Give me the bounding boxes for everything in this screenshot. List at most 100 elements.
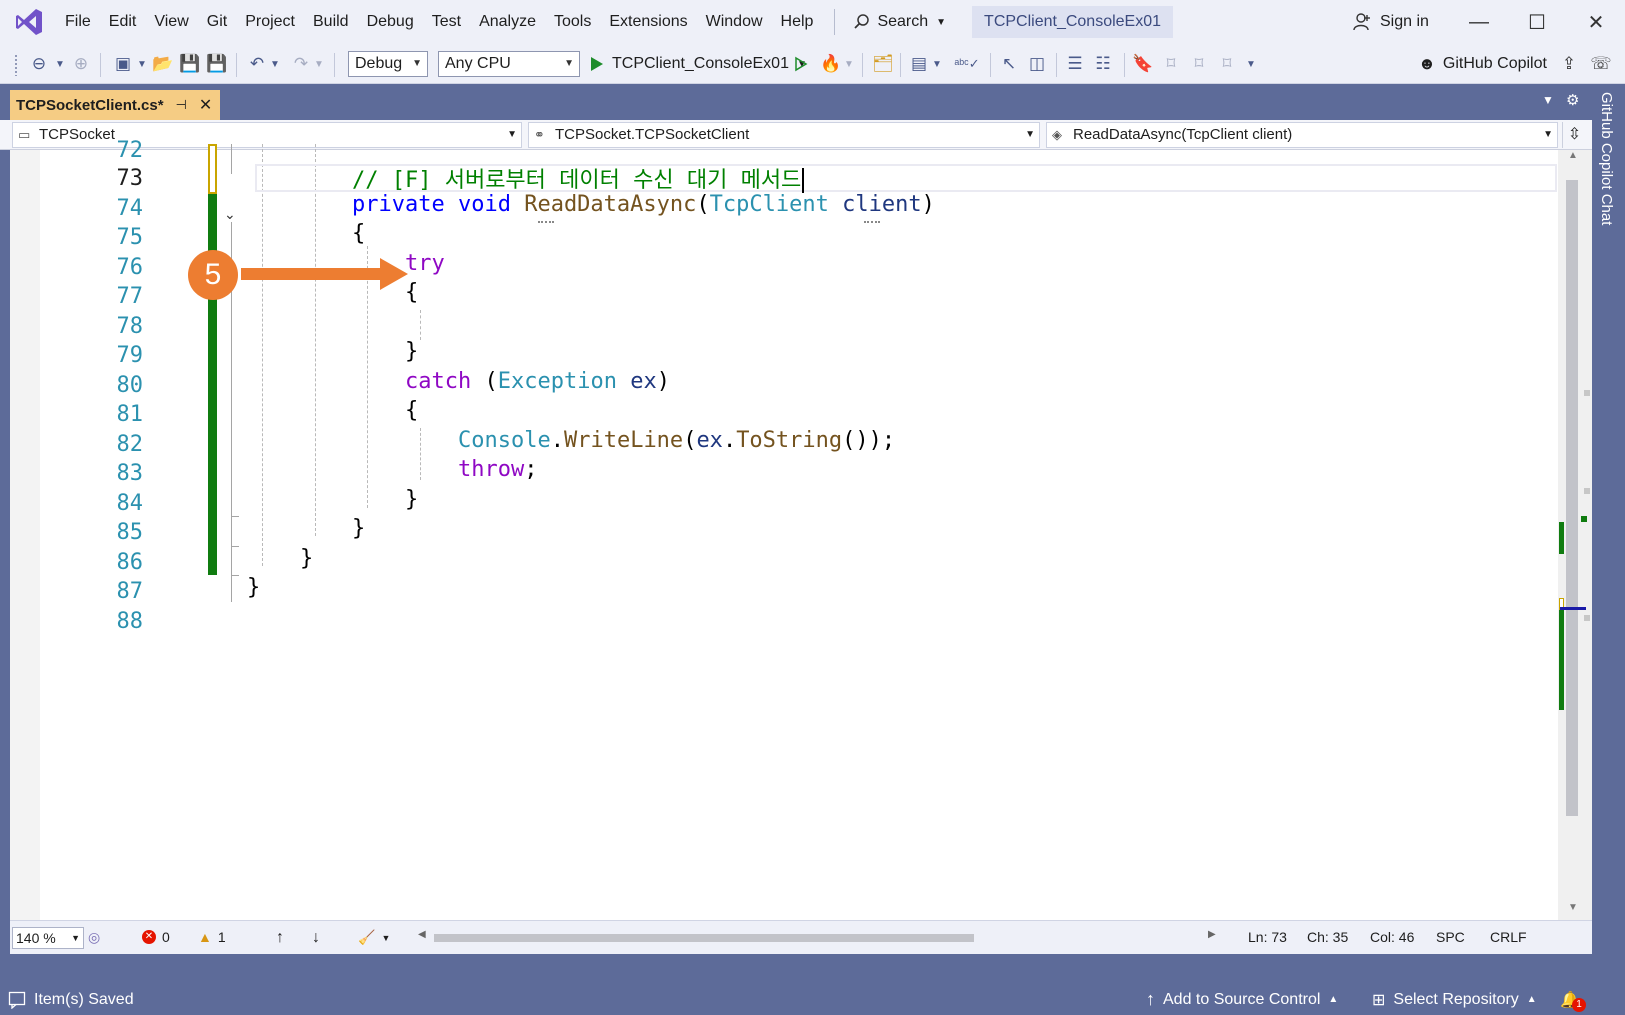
next-bookmark-button[interactable]: ⌑ [1186, 50, 1212, 78]
menu-help[interactable]: Help [772, 0, 823, 44]
line-ending-indicator[interactable]: CRLF [1490, 929, 1527, 945]
redo-dropdown[interactable]: ▼ [312, 50, 326, 78]
toolbar-grip[interactable] [14, 54, 18, 76]
vertical-scroll-thumb[interactable] [1566, 180, 1578, 816]
navigate-forward-button[interactable]: ⊕ [68, 50, 94, 78]
close-icon: ✕ [1587, 11, 1605, 34]
menu-analyze[interactable]: Analyze [470, 0, 545, 44]
maximize-button[interactable]: ☐ [1508, 0, 1566, 44]
navigate-back-dropdown[interactable]: ▼ [52, 50, 68, 78]
step-over-button[interactable]: ◫ [1024, 50, 1050, 78]
code-cleanup-button[interactable]: 🧹 ▼ [358, 929, 390, 946]
browser-link-button[interactable]: ▤ [906, 50, 932, 78]
menu-window[interactable]: Window [697, 0, 772, 44]
param-type: TcpClient [709, 192, 829, 217]
notifications-button[interactable]: 🔔 1 [1560, 984, 1586, 1015]
github-copilot-button[interactable]: ☻ GitHub Copilot [1418, 50, 1547, 78]
whitespace-indicator[interactable]: SPC [1436, 929, 1465, 945]
tab-tcpsocketclient-cs[interactable]: TCPSocketClient.cs* ⊣ ✕ [10, 90, 221, 120]
undo-button[interactable]: ↶ [244, 50, 270, 78]
select-repository-button[interactable]: ⊞ Select Repository ▲ [1372, 984, 1537, 1015]
class-icon: ⚭ [534, 127, 545, 142]
spell-check-button[interactable]: ᵃᵇᶜ✓ [954, 50, 980, 78]
start-debugging-button[interactable]: TCPClient_ConsoleEx01 ▼ [590, 50, 807, 78]
line-number: 87 [116, 579, 144, 604]
menu-project[interactable]: Project [236, 0, 304, 44]
uncomment-lines-button[interactable]: ☷ [1090, 50, 1116, 78]
solution-platform-select[interactable]: Any CPU ▼ [438, 51, 580, 77]
step-into-button[interactable]: ↖ [996, 50, 1022, 78]
open-folder-icon: 📂 [152, 54, 174, 73]
line-number: 85 [116, 520, 144, 545]
code-editor[interactable]: 72 73 74 75 76 77 78 79 80 81 82 83 84 8… [10, 138, 1592, 954]
arrow-up-icon: ↑ [1146, 989, 1155, 1009]
open-file-button[interactable]: 📂 [150, 50, 176, 78]
previous-bookmark-button[interactable]: ⌑ [1158, 50, 1184, 78]
menu-debug[interactable]: Debug [358, 0, 423, 44]
menu-edit[interactable]: Edit [100, 0, 146, 44]
close-window-button[interactable]: ✕ [1567, 0, 1625, 44]
arrow-up-icon: ↑ [276, 929, 284, 946]
method-writeline: WriteLine [563, 428, 684, 453]
column-indicator[interactable]: Col: 46 [1370, 929, 1414, 945]
pin-tab-button[interactable]: ⊣ [176, 97, 187, 113]
undo-icon: ↶ [249, 54, 265, 73]
minimize-button[interactable]: — [1450, 0, 1508, 44]
new-item-dropdown[interactable]: ▼ [136, 50, 148, 78]
menu-build[interactable]: Build [304, 0, 358, 44]
redo-icon: ↷ [293, 54, 309, 73]
add-to-source-control-button[interactable]: ↑ Add to Source Control ▲ [1146, 984, 1338, 1015]
share-button[interactable]: ⇪ [1556, 50, 1582, 78]
type-select[interactable]: ⚭ TCPSocket.TCPSocketClient ▼ [528, 122, 1040, 148]
close-tab-button[interactable]: ✕ [199, 95, 212, 115]
clear-bookmarks-button[interactable]: ⌑ [1214, 50, 1240, 78]
sign-in-button[interactable]: Sign in [1352, 0, 1429, 44]
navigate-back-button[interactable]: ⊖ [26, 50, 52, 78]
toolbar-overflow-button[interactable]: ▼ [1244, 50, 1258, 78]
line-number: 78 [116, 314, 144, 339]
solution-configuration-select[interactable]: Debug ▼ [348, 51, 428, 77]
code-cleanup-health-button[interactable]: ◎ [88, 929, 100, 946]
menu-extensions[interactable]: Extensions [600, 0, 696, 44]
tab-settings-button[interactable]: ⚙ [1566, 91, 1579, 109]
toggle-bookmark-button[interactable]: 🔖 [1130, 50, 1156, 78]
comment-lines-button[interactable]: ☰ [1062, 50, 1088, 78]
undo-dropdown[interactable]: ▼ [268, 50, 282, 78]
errors-indicator[interactable]: ✕ 0 [142, 929, 170, 945]
menu-file[interactable]: File [56, 0, 100, 44]
search-button[interactable]: Search ▼ [845, 7, 954, 37]
brace: } [405, 339, 419, 364]
feedback-button[interactable]: ☏ [1588, 50, 1614, 78]
save-button[interactable]: 💾 [177, 50, 203, 78]
hot-reload-dropdown[interactable]: ▼ [842, 50, 856, 78]
menu-git[interactable]: Git [198, 0, 236, 44]
member-select[interactable]: ◈ ReadDataAsync(TcpClient client) ▼ [1046, 122, 1558, 148]
new-item-button[interactable]: ▣ [108, 50, 138, 78]
save-all-button[interactable]: 💾 [204, 50, 230, 78]
menu-tools[interactable]: Tools [545, 0, 600, 44]
line-number: 86 [116, 550, 144, 575]
solution-explorer-button[interactable]: 🗂 [870, 50, 896, 78]
warnings-indicator[interactable]: ▲ 1 [198, 929, 226, 945]
collapse-region-button[interactable]: ⌄ [224, 206, 236, 223]
char-indicator[interactable]: Ch: 35 [1307, 929, 1348, 945]
hot-reload-button[interactable]: 🔥 [818, 50, 844, 78]
copilot-chat-side-tab[interactable]: GitHub Copilot Chat [1592, 84, 1625, 984]
previous-issue-button[interactable]: ↑ [276, 929, 284, 947]
horizontal-scroll-thumb[interactable] [434, 934, 974, 942]
scroll-right-button[interactable]: ▶ [1208, 929, 1216, 940]
split-editor-button[interactable]: ⇳ [1562, 122, 1586, 148]
start-without-debugging-button[interactable] [790, 50, 812, 78]
next-issue-button[interactable]: ↓ [312, 929, 320, 947]
line-indicator[interactable]: Ln: 73 [1248, 929, 1287, 945]
type-value: TCPSocket.TCPSocketClient [555, 126, 750, 143]
zoom-select[interactable]: 140 % ▼ [12, 927, 84, 949]
menu-test[interactable]: Test [423, 0, 470, 44]
menu-view[interactable]: View [145, 0, 197, 44]
tab-list-dropdown-button[interactable]: ▼ [1542, 93, 1554, 107]
navigation-bar: ▭ TCPSocket ▼ ⚭ TCPSocket.TCPSocketClien… [0, 120, 1592, 150]
browser-link-dropdown[interactable]: ▼ [930, 50, 944, 78]
param-name: client [842, 192, 922, 217]
redo-button[interactable]: ↷ [288, 50, 314, 78]
scroll-left-button[interactable]: ◀ [418, 929, 426, 940]
